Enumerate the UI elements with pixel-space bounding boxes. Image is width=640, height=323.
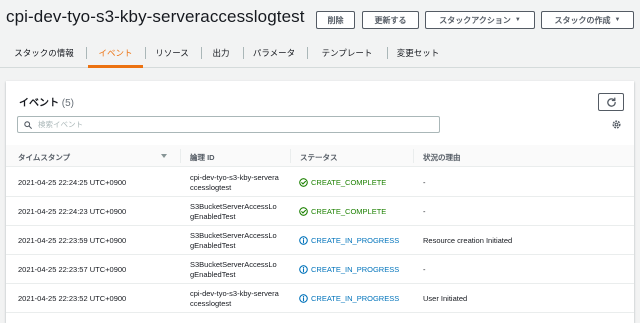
timestamp-cell: 2021-04-25 22:24:23 UTC+0900 <box>18 207 127 216</box>
info-icon <box>299 236 308 245</box>
tab-change-sets[interactable]: 変更セット <box>390 38 446 67</box>
tab-bar: スタックの情報 イベント リソース 出力 パラメータ テンプレート 変更セット <box>0 38 640 68</box>
refresh-button[interactable] <box>598 93 624 111</box>
create-stack-label: スタックの作成 <box>554 15 611 25</box>
events-panel: イベント (5) 検索イベント タイムスタンプ 論理 ID ステータス 状況の理… <box>6 81 634 323</box>
reason-cell: Resource creation Initiated <box>423 236 513 245</box>
delete-button-label: 削除 <box>327 15 344 25</box>
tab-events[interactable]: イベント <box>88 38 143 68</box>
column-divider <box>413 149 414 163</box>
column-header-status[interactable]: ステータス <box>300 152 338 163</box>
reason-cell: - <box>423 178 426 187</box>
search-placeholder: 検索イベント <box>38 120 83 129</box>
timestamp-cell: 2021-04-25 22:24:25 UTC+0900 <box>18 178 127 187</box>
update-button-label: 更新する <box>374 15 407 25</box>
tab-parameters[interactable]: パラメータ <box>246 38 302 67</box>
info-icon <box>299 294 308 303</box>
status-badge: CREATE_COMPLETE <box>299 207 386 216</box>
sort-descending-icon[interactable] <box>161 154 167 158</box>
column-header-logical-id[interactable]: 論理 ID <box>190 152 215 163</box>
column-header-timestamp[interactable]: タイムスタンプ <box>18 152 70 163</box>
reason-cell: - <box>423 265 426 274</box>
table-row: 2021-04-25 22:23:52 UTC+0900 cpi-dev-tyo… <box>6 284 634 313</box>
status-text: CREATE_IN_PROGRESS <box>311 294 400 303</box>
search-icon <box>24 120 32 129</box>
status-text: CREATE_COMPLETE <box>311 178 387 187</box>
timestamp-cell: 2021-04-25 22:23:59 UTC+0900 <box>18 236 127 245</box>
timestamp-cell: 2021-04-25 22:23:52 UTC+0900 <box>18 294 127 303</box>
logical-id-cell[interactable]: cpi-dev-tyo-s3-kby-serveraccesslogtest <box>190 289 280 308</box>
tab-divider <box>387 47 388 59</box>
status-badge: CREATE_COMPLETE <box>299 178 386 187</box>
status-badge: CREATE_IN_PROGRESS <box>299 265 399 274</box>
logical-id-cell[interactable]: S3BucketServerAccessLogEnabledTest <box>190 231 280 250</box>
column-header-reason[interactable]: 状況の理由 <box>423 152 461 163</box>
stack-actions-label: スタックアクション <box>439 15 511 25</box>
table-row: 2021-04-25 22:24:23 UTC+0900 S3BucketSer… <box>6 197 634 226</box>
create-stack-button[interactable]: スタックの作成 ▼ <box>541 11 634 29</box>
caret-down-icon: ▼ <box>614 17 621 23</box>
tab-divider <box>201 47 202 59</box>
tab-divider <box>145 47 146 59</box>
timestamp-cell: 2021-04-25 22:23:57 UTC+0900 <box>18 265 127 274</box>
stack-actions-button[interactable]: スタックアクション ▼ <box>425 11 535 29</box>
reason-cell: User Initiated <box>423 294 468 303</box>
update-button[interactable]: 更新する <box>362 11 419 29</box>
status-badge: CREATE_IN_PROGRESS <box>299 294 399 303</box>
status-text: CREATE_IN_PROGRESS <box>311 265 400 274</box>
reason-cell: - <box>423 207 426 216</box>
events-title: イベント (5) <box>19 94 74 109</box>
delete-button[interactable]: 削除 <box>316 11 355 29</box>
stack-header: cpi-dev-tyo-s3-kby-serveraccesslogtest 削… <box>0 0 640 38</box>
status-text: CREATE_IN_PROGRESS <box>311 236 400 245</box>
table-row: 2021-04-25 22:23:57 UTC+0900 S3BucketSer… <box>6 255 634 284</box>
search-input[interactable]: 検索イベント <box>17 116 440 133</box>
events-count: (5) <box>61 98 75 109</box>
tab-divider <box>243 47 244 59</box>
status-text: CREATE_COMPLETE <box>311 207 387 216</box>
logical-id-cell[interactable]: S3BucketServerAccessLogEnabledTest <box>190 260 280 279</box>
tab-template[interactable]: テンプレート <box>310 38 384 67</box>
status-badge: CREATE_IN_PROGRESS <box>299 236 399 245</box>
column-divider <box>290 149 291 163</box>
logical-id-cell[interactable]: S3BucketServerAccessLogEnabledTest <box>190 202 280 221</box>
table-row: 2021-04-25 22:23:59 UTC+0900 S3BucketSer… <box>6 226 634 255</box>
tab-resources[interactable]: リソース <box>148 38 196 67</box>
info-icon <box>299 265 308 274</box>
gear-icon[interactable] <box>611 119 622 130</box>
caret-down-icon: ▼ <box>514 17 521 23</box>
logical-id-cell[interactable]: cpi-dev-tyo-s3-kby-serveraccesslogtest <box>190 173 280 192</box>
tab-outputs[interactable]: 出力 <box>204 38 238 67</box>
success-check-icon <box>299 207 308 216</box>
events-title-text: イベント <box>19 98 59 109</box>
table-row: 2021-04-25 22:24:25 UTC+0900 cpi-dev-tyo… <box>6 168 634 197</box>
refresh-icon <box>606 96 616 107</box>
tab-stack-info[interactable]: スタックの情報 <box>8 38 80 67</box>
tab-divider <box>86 47 87 59</box>
success-check-icon <box>299 178 308 187</box>
table-header: タイムスタンプ 論理 ID ステータス 状況の理由 <box>6 145 634 167</box>
page-title: cpi-dev-tyo-s3-kby-serveraccesslogtest <box>6 7 305 26</box>
column-divider <box>180 149 181 163</box>
tab-divider <box>307 47 308 59</box>
